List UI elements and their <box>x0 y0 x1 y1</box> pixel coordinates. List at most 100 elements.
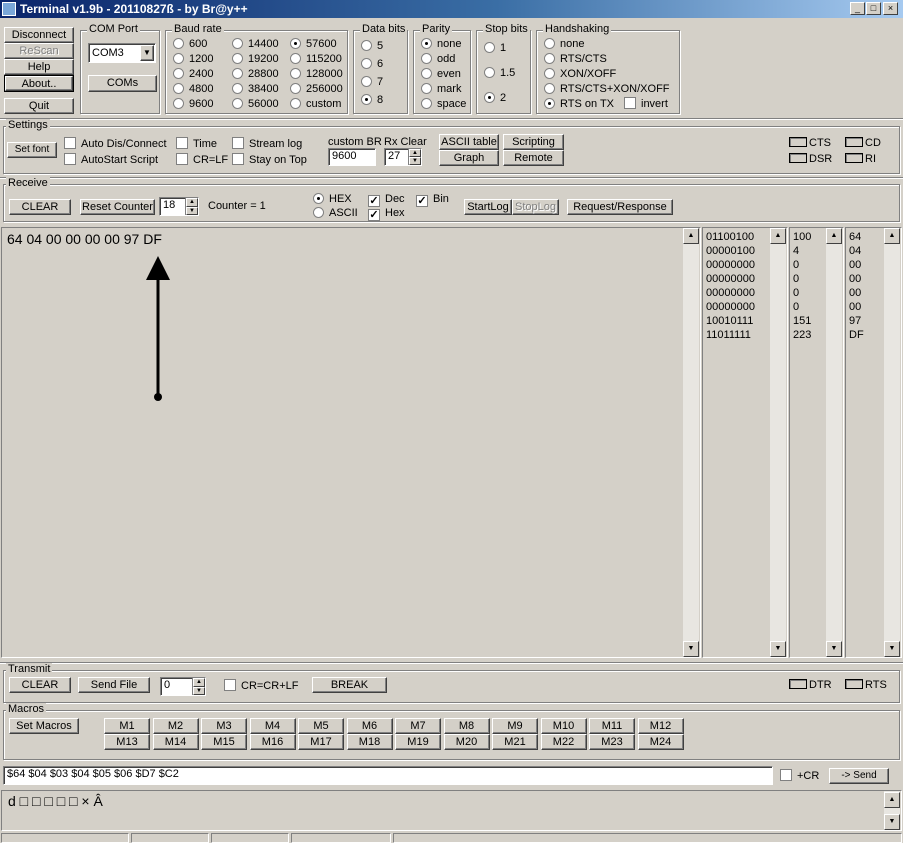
hex-radio[interactable]: HEX <box>313 193 352 206</box>
macro-button-m20[interactable]: M20 <box>443 734 490 750</box>
reset-counter-button[interactable]: Reset Counter <box>80 199 155 215</box>
macro-button-m10[interactable]: M10 <box>540 718 587 734</box>
echo-scrollbar[interactable]: ▲ ▼ <box>884 791 900 830</box>
receive-scrollbar[interactable]: ▲ ▼ <box>683 228 699 657</box>
cr-cr-lf-checkbox[interactable]: CR=CR+LF <box>224 679 298 692</box>
coms-button[interactable]: COMs <box>88 75 157 92</box>
startlog-button[interactable]: StartLog <box>464 199 512 215</box>
hex-checkbox[interactable]: ✓ Hex <box>368 207 405 221</box>
baud-radio-14400[interactable]: 14400 <box>232 38 279 51</box>
macro-button-m11[interactable]: M11 <box>589 718 635 734</box>
maximize-button[interactable]: □ <box>866 2 881 15</box>
spin-up-icon[interactable]: ▲ <box>409 149 421 157</box>
handshake-radio-2[interactable]: XON/XOFF <box>544 68 616 81</box>
scroll-down-icon[interactable]: ▼ <box>770 641 786 657</box>
rescan-button[interactable]: ReScan <box>4 43 74 59</box>
set-macros-button[interactable]: Set Macros <box>9 718 79 734</box>
quit-button[interactable]: Quit <box>4 98 74 114</box>
chevron-down-icon[interactable]: ▼ <box>140 45 154 61</box>
macro-button-m15[interactable]: M15 <box>201 734 247 750</box>
macro-button-m7[interactable]: M7 <box>395 718 441 734</box>
spin-down-icon[interactable]: ▼ <box>193 686 205 695</box>
scroll-up-icon[interactable]: ▲ <box>826 228 842 244</box>
set-font-button[interactable]: Set font <box>7 142 57 158</box>
hex-scrollbar[interactable]: ▲ ▼ <box>884 228 900 657</box>
send-button[interactable]: -> Send <box>829 768 889 784</box>
macro-button-m8[interactable]: M8 <box>443 718 490 734</box>
macro-button-m6[interactable]: M6 <box>346 718 393 734</box>
macro-button-m14[interactable]: M14 <box>152 734 199 750</box>
parity-radio-odd[interactable]: odd <box>421 53 455 66</box>
request-response-button[interactable]: Request/Response <box>567 199 673 215</box>
transmit-clear-button[interactable]: CLEAR <box>9 677 71 693</box>
help-button[interactable]: Help <box>4 59 74 75</box>
bin-panel[interactable]: 01100100 00000100 00000000 00000000 00000000… <box>702 227 788 658</box>
dtr-toggle[interactable]: DTR <box>789 679 832 692</box>
parity-radio-space[interactable]: space <box>421 98 466 111</box>
about-button[interactable]: About.. <box>4 75 74 92</box>
minimize-button[interactable]: _ <box>850 2 865 15</box>
scroll-down-icon[interactable]: ▼ <box>884 814 900 830</box>
baud-radio-38400[interactable]: 38400 <box>232 83 279 96</box>
macro-button-m19[interactable]: M19 <box>395 734 441 750</box>
dec-checkbox[interactable]: ✓ Dec <box>368 193 405 207</box>
macro-button-m23[interactable]: M23 <box>589 734 635 750</box>
baud-radio-115200[interactable]: 115200 <box>290 53 342 66</box>
auto-dis-connect-checkbox[interactable]: Auto Dis/Connect <box>64 137 167 150</box>
stoplog-button[interactable]: StopLog <box>512 199 559 215</box>
baud-radio-256000[interactable]: 256000 <box>290 83 343 96</box>
baud-radio-28800[interactable]: 28800 <box>232 68 279 81</box>
parity-radio-mark[interactable]: mark <box>421 83 461 96</box>
macro-button-m5[interactable]: M5 <box>298 718 344 734</box>
counter-spinner[interactable]: ▲ ▼ <box>185 198 198 215</box>
stay-on-top-checkbox[interactable]: Stay on Top <box>232 153 307 166</box>
macro-button-m1[interactable]: M1 <box>104 718 150 734</box>
scroll-up-icon[interactable]: ▲ <box>683 228 699 244</box>
dec-scrollbar[interactable]: ▲ ▼ <box>826 228 842 657</box>
spin-down-icon[interactable]: ▼ <box>409 157 421 165</box>
scroll-down-icon[interactable]: ▼ <box>683 641 699 657</box>
macro-button-m21[interactable]: M21 <box>492 734 538 750</box>
transmit-echo-area[interactable]: d □ □ □ □ □ × Â ▲ ▼ <box>1 790 902 831</box>
baud-radio-1200[interactable]: 1200 <box>173 53 213 66</box>
remote-button[interactable]: Remote <box>503 150 564 166</box>
scroll-down-icon[interactable]: ▼ <box>884 641 900 657</box>
bin-checkbox[interactable]: ✓ Bin <box>416 193 449 207</box>
receive-clear-button[interactable]: CLEAR <box>9 199 71 215</box>
rts-toggle[interactable]: RTS <box>845 679 887 692</box>
custom-br-input[interactable]: 9600 <box>328 148 376 166</box>
break-button[interactable]: BREAK <box>312 677 387 693</box>
scroll-up-icon[interactable]: ▲ <box>884 228 900 244</box>
macro-button-m4[interactable]: M4 <box>249 718 296 734</box>
baud-radio-128000[interactable]: 128000 <box>290 68 343 81</box>
data-bits-radio-5[interactable]: 5 <box>361 40 383 53</box>
scroll-up-icon[interactable]: ▲ <box>884 792 900 808</box>
spin-down-icon[interactable]: ▼ <box>186 206 198 215</box>
handshake-radio-0[interactable]: none <box>544 38 584 51</box>
macro-button-m13[interactable]: M13 <box>104 734 150 750</box>
parity-radio-even[interactable]: even <box>421 68 461 81</box>
spin-up-icon[interactable]: ▲ <box>186 198 198 207</box>
scroll-down-icon[interactable]: ▼ <box>826 641 842 657</box>
macro-button-m9[interactable]: M9 <box>492 718 538 734</box>
baud-radio-custom[interactable]: custom <box>290 98 341 111</box>
handshake-radio-3[interactable]: RTS/CTS+XON/XOFF <box>544 83 670 96</box>
time-checkbox[interactable]: Time <box>176 137 217 150</box>
autostart-script-checkbox[interactable]: AutoStart Script <box>64 153 158 166</box>
ascii-table-button[interactable]: ASCII table <box>439 134 499 150</box>
ascii-radio[interactable]: ASCII <box>313 207 358 220</box>
graph-button[interactable]: Graph <box>439 150 499 166</box>
invert-checkbox[interactable]: invert <box>624 97 668 110</box>
stream-log-checkbox[interactable]: Stream log <box>232 137 302 150</box>
stop-bits-radio-1-5[interactable]: 1.5 <box>484 67 515 80</box>
data-bits-radio-6[interactable]: 6 <box>361 58 383 71</box>
macro-button-m18[interactable]: M18 <box>346 734 393 750</box>
data-bits-radio-8[interactable]: 8 <box>361 94 383 107</box>
plus-cr-checkbox[interactable]: +CR <box>780 769 819 782</box>
baud-radio-57600[interactable]: 57600 <box>290 38 337 51</box>
stop-bits-radio-1[interactable]: 1 <box>484 42 506 55</box>
baud-radio-2400[interactable]: 2400 <box>173 68 213 81</box>
scripting-button[interactable]: Scripting <box>503 134 564 150</box>
baud-radio-600[interactable]: 600 <box>173 38 207 51</box>
dec-panel[interactable]: 100 4 0 0 0 0 151 223 ▲ ▼ <box>789 227 844 658</box>
